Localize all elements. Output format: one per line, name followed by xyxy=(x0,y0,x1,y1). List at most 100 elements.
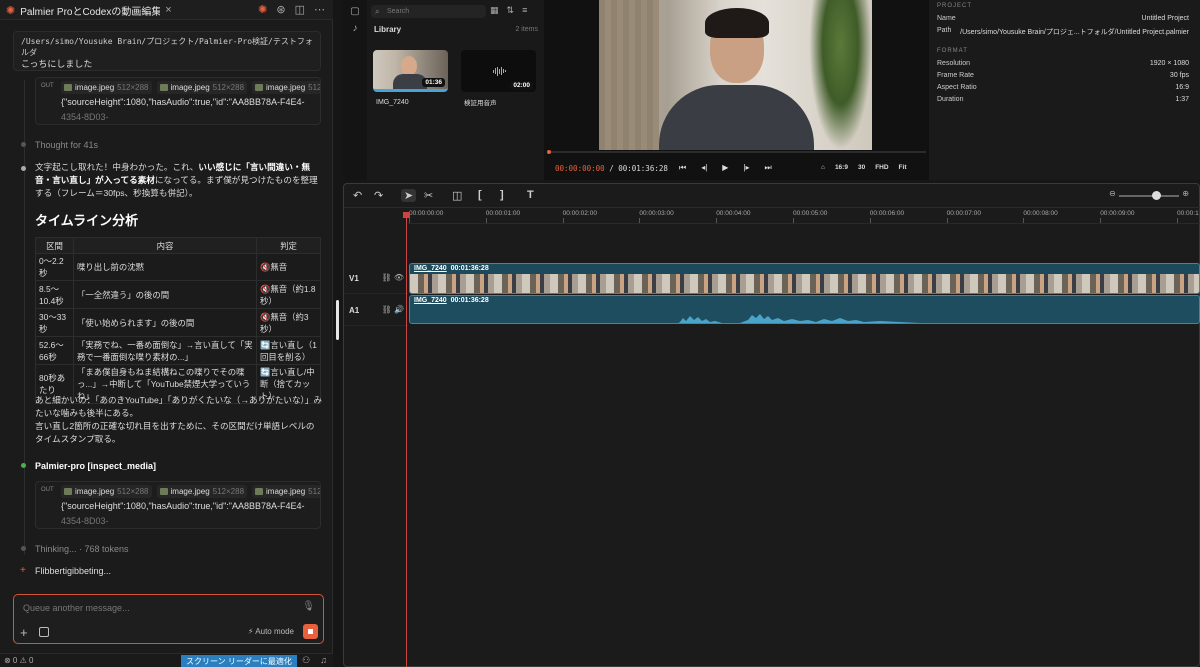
screen-reader-button[interactable]: スクリーン リーダーに最適化 xyxy=(181,655,297,667)
stop-button[interactable] xyxy=(303,624,318,639)
scrub-bar[interactable] xyxy=(547,150,926,154)
fit-button[interactable]: Fit xyxy=(899,164,907,171)
go-start-icon[interactable]: ⏮ xyxy=(679,163,686,173)
split-view-icon[interactable]: ◫ xyxy=(295,3,305,16)
sort-icon[interactable]: ⇅ xyxy=(507,5,515,16)
chat-icon[interactable]: ▢ xyxy=(343,6,367,17)
link-icon[interactable]: ⛓ 👁 xyxy=(381,273,404,282)
resolution-value: 1920 × 1080 xyxy=(1149,60,1189,67)
ruler-tick: 00:00:00:00 xyxy=(409,210,444,223)
range-cell: 0〜2.2秒 xyxy=(35,253,74,281)
zoom-slider[interactable]: ⊖ ⊕ xyxy=(1109,189,1189,200)
zoom-knob[interactable] xyxy=(1152,191,1162,200)
more-icon[interactable]: ⋯ xyxy=(314,3,325,16)
message-part: 文字起こし取れた！中身わかった。これ、 xyxy=(35,162,199,172)
undo-icon[interactable]: ↶ xyxy=(353,189,362,202)
search-input[interactable]: ⌕ Search xyxy=(371,5,486,18)
ruler-tick: 00:00:08:00 xyxy=(1023,210,1058,223)
image-chip-name: image.jpeg xyxy=(75,487,115,496)
microphone-icon[interactable]: 🎙 xyxy=(302,601,315,612)
working-status: Flibbertigibbeting... xyxy=(35,566,112,576)
media-thumb-video[interactable]: 01:36 xyxy=(373,50,448,92)
image-chip[interactable]: image.jpeg 512×288 xyxy=(61,81,152,94)
step-back-icon[interactable]: ◂| xyxy=(701,163,707,173)
select-tool-icon[interactable]: ➤ xyxy=(401,189,417,202)
music-icon[interactable]: ♪ xyxy=(343,23,367,34)
image-chip[interactable]: image.jpeg 512×288 xyxy=(156,485,248,498)
bell-icon[interactable]: ♫ xyxy=(320,655,327,666)
copilot-icon[interactable]: ⚇ xyxy=(302,655,310,666)
duration-badge: 02:00 xyxy=(510,81,533,90)
spark-icon[interactable]: ✺ xyxy=(258,3,267,16)
close-tab-icon[interactable]: × xyxy=(165,4,171,16)
grid-view-icon[interactable]: ▦ xyxy=(490,5,499,16)
step-forward-icon[interactable]: |▸ xyxy=(743,163,749,173)
video-door xyxy=(599,0,659,150)
problems-indicator[interactable]: ⊗ 0 ⚠ 0 xyxy=(4,656,33,665)
step-dot xyxy=(21,546,26,551)
image-chip[interactable]: image.jpeg512×28 xyxy=(252,81,320,94)
ruler-tick: 00:00:02:00 xyxy=(562,210,597,223)
composer-input[interactable]: Queue another message... xyxy=(23,603,130,613)
add-attachment-icon[interactable]: + xyxy=(20,625,28,640)
speaker-icon[interactable]: ⛓ 🔊 xyxy=(382,305,404,314)
image-icon xyxy=(64,84,72,91)
table-row: 0〜2.2秒 喋り出し前の沈黙 🔇無音 xyxy=(35,253,321,281)
image-chip[interactable]: image.jpeg 512×288 xyxy=(156,81,248,94)
path-key: Path xyxy=(937,27,952,34)
audio-clip[interactable]: IMG_7240 00:01:36:28 xyxy=(409,295,1200,324)
timecode-separator: / xyxy=(609,164,614,173)
play-icon[interactable]: ▶ xyxy=(722,163,728,173)
mark-out-icon[interactable]: ] xyxy=(500,189,504,201)
go-end-icon[interactable]: ⏭ xyxy=(765,163,772,173)
path-text: /Users/simo/Yousuke Brain/プロジェクト/Palmier… xyxy=(21,37,313,57)
filter-icon[interactable]: ≡ xyxy=(522,5,527,16)
openai-icon[interactable]: ⊛ xyxy=(276,3,285,16)
clip-duration: 00:01:36:28 xyxy=(450,265,489,272)
current-timecode: 00:00:00:00 xyxy=(555,164,605,173)
razor-tool-icon[interactable]: ✂ xyxy=(424,189,433,202)
image-chip-dim: 512×288 xyxy=(212,487,245,496)
table-row: 8.5〜10.4秒 「一全然違う」の後の間 🔇無音（約1.8秒） xyxy=(35,280,321,309)
panel-splitter[interactable] xyxy=(336,300,339,340)
mark-in-icon[interactable]: [ xyxy=(478,189,482,201)
chat-tab[interactable]: ✺ Palmier ProとCodexの動画編集デモ... × xyxy=(6,2,180,18)
playhead[interactable] xyxy=(403,212,410,667)
redo-icon[interactable]: ↷ xyxy=(374,189,383,202)
zoom-out-icon[interactable]: ⊖ xyxy=(1109,189,1116,198)
split-icon[interactable]: ◫ xyxy=(452,189,462,202)
video-frame[interactable] xyxy=(599,0,872,150)
status-icons: ⚇ ♫ xyxy=(302,655,327,666)
status-bar: ⊗ 0 ⚠ 0 スクリーン リーダーに最適化 ⚇ ♫ xyxy=(0,653,333,667)
fps-button[interactable]: 30 xyxy=(858,164,865,171)
track-header-v1: V1 ⛓ 👁 xyxy=(344,263,408,294)
snapshot-icon[interactable]: ⌂ xyxy=(821,164,825,171)
tool-output-box[interactable]: OUT image.jpeg 512×288 image.jpeg 512×288 … xyxy=(35,481,321,529)
ruler-tick: 00:00:09:00 xyxy=(1100,210,1135,223)
quality-button[interactable]: FHD xyxy=(875,164,888,171)
out-label: OUT xyxy=(41,487,54,493)
media-thumb-audio[interactable]: 02:00 xyxy=(461,50,536,92)
video-clip[interactable]: IMG_7240 00:01:36:28 xyxy=(409,263,1200,294)
clip-label: IMG_7240 00:01:36:28 xyxy=(414,265,489,272)
text-tool-icon[interactable]: T xyxy=(527,189,534,201)
thought-duration[interactable]: Thought for 41s xyxy=(35,140,98,150)
tool-call-label[interactable]: Palmier-pro [inspect_media] xyxy=(35,461,156,471)
media-library: ⌕ Search ▦ ⇅ ≡ Library 2 items 01:36 02:0… xyxy=(367,0,544,180)
auto-mode-toggle[interactable]: ⚡ Auto mode xyxy=(248,627,294,636)
time-ruler[interactable]: 00:00:00:00 00:00:01:00 00:00:02:00 00:00:0… xyxy=(408,208,1200,224)
message-composer[interactable]: Queue another message... 🎙 + ⚡ Auto mode xyxy=(13,594,324,644)
image-chip-name: image.jpeg xyxy=(266,83,306,92)
ruler-tick: 00:00:03:00 xyxy=(639,210,674,223)
tool-output-box[interactable]: OUT image.jpeg 512×288 image.jpeg 512×288 … xyxy=(35,77,321,125)
ruler-tick: 00:00:05:00 xyxy=(793,210,828,223)
duration-value: 1:37 xyxy=(1175,96,1189,103)
table-row: 30〜33秒 「使い始められます」の後の間 🔇無音（約3秒） xyxy=(35,308,321,337)
scrub-knob[interactable] xyxy=(547,150,551,154)
image-chip[interactable]: image.jpeg512×28 xyxy=(252,485,320,498)
image-chip[interactable]: image.jpeg 512×288 xyxy=(61,485,152,498)
zoom-in-icon[interactable]: ⊕ xyxy=(1182,189,1189,198)
aspect-button[interactable]: 16:9 xyxy=(835,164,848,171)
context-icon[interactable] xyxy=(39,627,49,637)
video-person-body xyxy=(659,85,814,150)
